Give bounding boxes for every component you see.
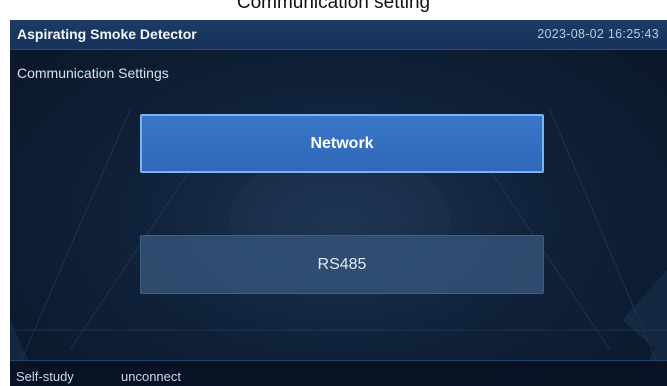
status-bar: Self-study unconnect (10, 360, 667, 386)
network-button-label: Network (310, 134, 374, 152)
clock-datetime: 2023-08-02 16:25:43 (537, 27, 659, 41)
rs485-button-label: RS485 (317, 255, 367, 273)
title-bar: Aspirating Smoke Detector 2023-08-02 16:… (10, 20, 667, 50)
page-title: Communication Settings (17, 65, 169, 81)
rs485-button[interactable]: RS485 (140, 235, 544, 294)
connection-status: unconnect (121, 369, 181, 384)
status-mode: Self-study (16, 369, 74, 384)
network-button[interactable]: Network (140, 114, 544, 173)
device-screen: Aspirating Smoke Detector 2023-08-02 16:… (10, 20, 667, 386)
screenshot-caption: Communication setting (236, 0, 431, 13)
app-title: Aspirating Smoke Detector (17, 26, 197, 42)
